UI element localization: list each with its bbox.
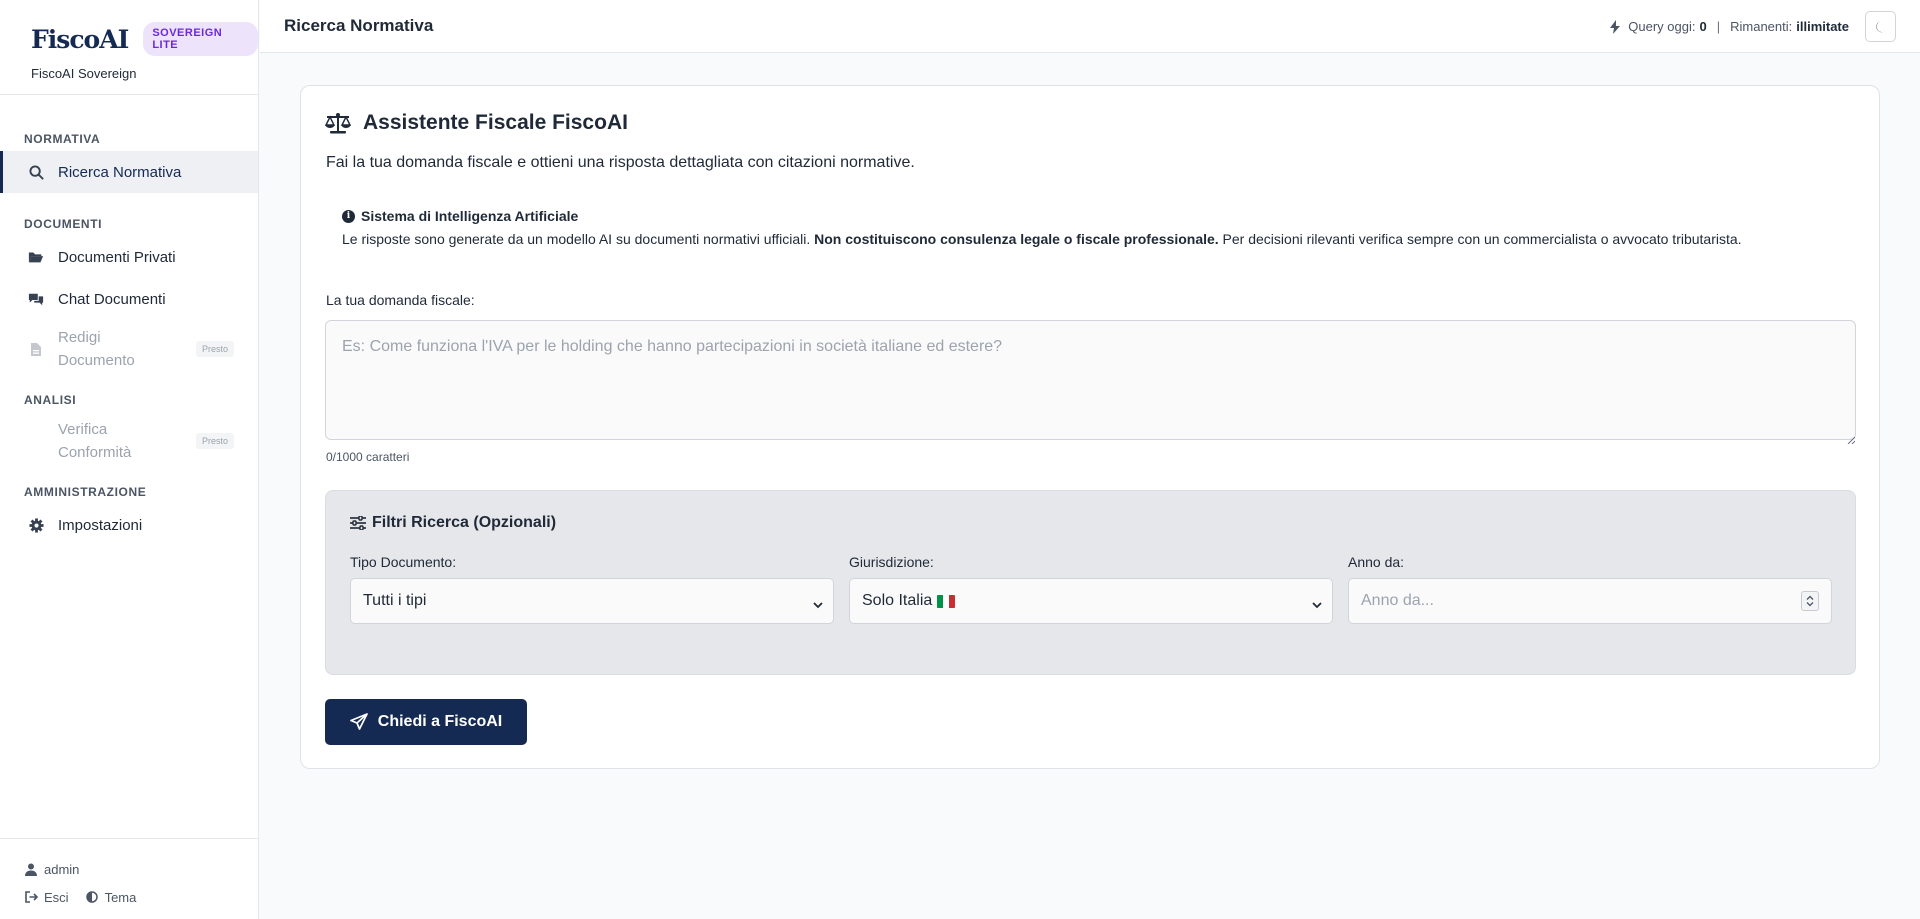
ask-button-label: Chiedi a FiscoAI <box>377 713 503 730</box>
coming-soon-badge: Presto <box>195 433 234 449</box>
disclaimer-text-start: Le risposte sono generate da un modello … <box>342 231 815 247</box>
jurisdiction-select[interactable]: Solo Italia <box>849 578 1333 624</box>
sliders-icon <box>350 516 366 530</box>
logout-link[interactable]: Esci <box>44 890 69 905</box>
year-from-placeholder: Anno da... <box>1361 592 1434 609</box>
search-filters-panel: Filtri Ricerca (Opzionali) Tipo Document… <box>325 490 1856 675</box>
nav-section-normativa: NORMATIVA <box>24 132 101 146</box>
sidebar-item-label: Impostazioni <box>58 516 143 534</box>
sidebar-item-label: Redigi Documento <box>58 329 135 369</box>
remaining-value: illimitate <box>1796 19 1849 34</box>
gear-icon <box>28 517 44 533</box>
assistant-description: Fai la tua domanda fiscale e ottieni una… <box>326 154 915 171</box>
info-icon: i <box>342 209 355 223</box>
comments-icon <box>28 291 44 307</box>
paper-plane-icon <box>349 713 368 731</box>
page-title: Ricerca Normativa <box>284 16 434 35</box>
balance-scale-icon <box>325 112 351 134</box>
moon-icon <box>1875 21 1887 33</box>
chevron-down-icon <box>1312 596 1322 614</box>
sidebar-item-verifica-conformita: Verifica Conformità Presto <box>0 412 258 470</box>
jurisdiction-value: Solo Italia <box>862 592 933 609</box>
search-icon <box>28 164 44 180</box>
filters-title: Filtri Ricerca (Opzionali) <box>372 514 557 531</box>
nav-section-analisi: ANALISI <box>24 393 77 407</box>
brand: FiscoAI SOVEREIGN LITE FiscoAI Sovereign <box>0 0 258 95</box>
blank-icon <box>28 433 44 449</box>
bolt-icon <box>1610 19 1621 34</box>
jurisdiction-label: Giurisdizione: <box>849 554 934 570</box>
theme-toggle-button[interactable] <box>1865 11 1896 42</box>
character-counter: 0/1000 caratteri <box>326 450 410 464</box>
logo[interactable]: FiscoAI <box>31 25 129 54</box>
logout-icon <box>24 890 38 904</box>
sidebar-item-label: Chat Documenti <box>58 290 166 308</box>
sidebar-item-label: Verifica Conformità <box>58 421 132 461</box>
current-user: admin <box>24 855 259 883</box>
sidebar-item-label: Ricerca Normativa <box>58 163 182 181</box>
italy-flag-icon <box>937 594 956 608</box>
sidebar-item-documenti-privati[interactable]: Documenti Privati <box>0 236 258 278</box>
remaining-label: Rimanenti: <box>1730 19 1793 34</box>
doc-type-select[interactable]: Tutti i tipi <box>350 578 834 624</box>
folder-open-icon <box>28 249 44 265</box>
sidebar-footer: admin Esci Tema <box>0 838 259 919</box>
year-from-label: Anno da: <box>1348 554 1405 570</box>
doc-type-value: Tutti i tipi <box>363 592 427 609</box>
sidebar-item-redigi-documento: Redigi Documento Presto <box>0 320 258 378</box>
stats-separator: | <box>1716 19 1721 34</box>
doc-type-label: Tipo Documento: <box>350 554 457 570</box>
sidebar: FiscoAI SOVEREIGN LITE FiscoAI Sovereign… <box>0 0 259 919</box>
brand-subtitle: FiscoAI Sovereign <box>31 66 137 81</box>
user-icon <box>24 862 38 876</box>
question-label: La tua domanda fiscale: <box>326 292 475 308</box>
sidebar-item-label: Documenti Privati <box>58 248 176 266</box>
chevron-down-icon <box>813 596 823 614</box>
resize-grip-icon[interactable] <box>1847 431 1856 445</box>
question-textarea[interactable] <box>325 320 1856 440</box>
ask-fiscoai-button[interactable]: Chiedi a FiscoAI <box>325 699 527 745</box>
sidebar-item-ricerca-normativa[interactable]: Ricerca Normativa <box>0 151 258 193</box>
plan-badge: SOVEREIGN LITE <box>143 22 258 56</box>
query-stats: Query oggi: 0 | Rimanenti: illimitate <box>1610 0 1896 53</box>
ai-disclaimer-text: Le risposte sono generate da un modello … <box>342 231 1742 247</box>
theme-link[interactable]: Tema <box>105 890 137 905</box>
query-today-label: Query oggi: <box>1628 19 1696 34</box>
query-today-value: 0 <box>1699 19 1707 34</box>
year-from-input[interactable]: Anno da... <box>1348 578 1832 624</box>
nav-section-documenti: DOCUMENTI <box>24 217 103 231</box>
sidebar-item-impostazioni[interactable]: Impostazioni <box>0 504 258 546</box>
disclaimer-text-bold: Non costituiscono consulenza legale o fi… <box>814 231 1219 247</box>
nav-section-amministrazione: AMMINISTRAZIONE <box>24 485 147 499</box>
ai-disclaimer-title: i Sistema di Intelligenza Artificiale <box>342 208 578 224</box>
assistant-title: Assistente Fiscale FiscoAI <box>363 111 628 134</box>
disclaimer-text-end: Per decisioni rilevanti verifica sempre … <box>1218 231 1742 247</box>
file-icon <box>28 341 44 357</box>
contrast-icon <box>85 890 99 904</box>
topbar: Ricerca Normativa Query oggi: 0 | Rimane… <box>260 0 1920 53</box>
username: admin <box>44 861 80 877</box>
sidebar-item-chat-documenti[interactable]: Chat Documenti <box>0 278 258 320</box>
assistant-card: Assistente Fiscale FiscoAI Fai la tua do… <box>300 85 1880 769</box>
ai-disclaimer-heading: Sistema di Intelligenza Artificiale <box>361 208 579 224</box>
number-stepper[interactable] <box>1801 591 1819 611</box>
coming-soon-badge: Presto <box>195 341 234 357</box>
